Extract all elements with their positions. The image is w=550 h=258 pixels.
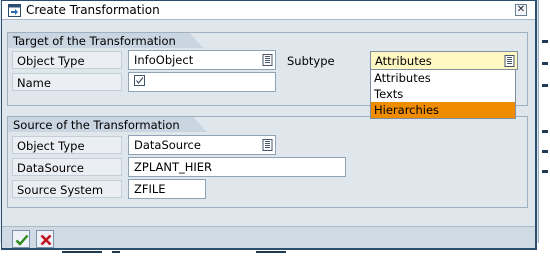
create-transformation-dialog: Create Transformation ✕ Target of the Tr… — [1, 0, 537, 250]
target-object-type-value: InfoObject — [134, 53, 194, 67]
datasource-value: ZPLANT_HIER — [134, 160, 213, 174]
source-object-type-select[interactable]: DataSource — [128, 135, 276, 155]
subtype-option-attributes[interactable]: Attributes — [371, 70, 515, 86]
subtype-option-texts[interactable]: Texts — [371, 86, 515, 102]
source-system-label: Source System — [12, 180, 122, 198]
title-bar: Create Transformation ✕ — [2, 1, 535, 20]
object-type-label: Object Type — [12, 51, 122, 69]
name-label: Name — [12, 73, 122, 91]
source-system-value: ZFILE — [134, 182, 166, 196]
subtype-select[interactable]: Attributes — [370, 51, 518, 70]
dropdown-icon[interactable] — [504, 55, 515, 67]
source-object-type-value: DataSource — [134, 138, 201, 152]
name-field[interactable] — [128, 72, 276, 92]
source-object-type-label: Object Type — [12, 136, 122, 154]
source-system-field[interactable]: ZFILE — [128, 179, 206, 199]
cancel-button[interactable] — [36, 230, 54, 248]
background-window-edge — [538, 0, 550, 258]
close-icon: ✕ — [516, 4, 526, 15]
dropdown-icon[interactable] — [262, 54, 273, 66]
source-group-title: Source of the Transformation — [7, 116, 207, 132]
dialog-toolbar — [2, 226, 535, 248]
subtype-value: Attributes — [375, 54, 432, 68]
subtype-option-hierarchies[interactable]: Hierarchies — [371, 102, 515, 118]
close-button[interactable]: ✕ — [515, 4, 527, 16]
dialog-title: Create Transformation — [26, 3, 160, 17]
checkbox-icon[interactable] — [134, 75, 146, 90]
cancel-icon — [40, 234, 52, 246]
confirm-button[interactable] — [12, 230, 30, 248]
dialog-window-icon — [8, 4, 21, 17]
subtype-label: Subtype — [287, 54, 335, 68]
datasource-field[interactable]: ZPLANT_HIER — [128, 157, 346, 177]
checkmark-icon — [15, 234, 29, 246]
source-group: Source of the Transformation Object Type… — [7, 116, 528, 208]
target-object-type-select[interactable]: InfoObject — [128, 50, 276, 70]
datasource-label: DataSource — [12, 158, 122, 176]
dropdown-icon[interactable] — [262, 139, 273, 151]
subtype-dropdown-list: Attributes Texts Hierarchies — [370, 69, 516, 119]
target-group-title: Target of the Transformation — [7, 32, 203, 48]
